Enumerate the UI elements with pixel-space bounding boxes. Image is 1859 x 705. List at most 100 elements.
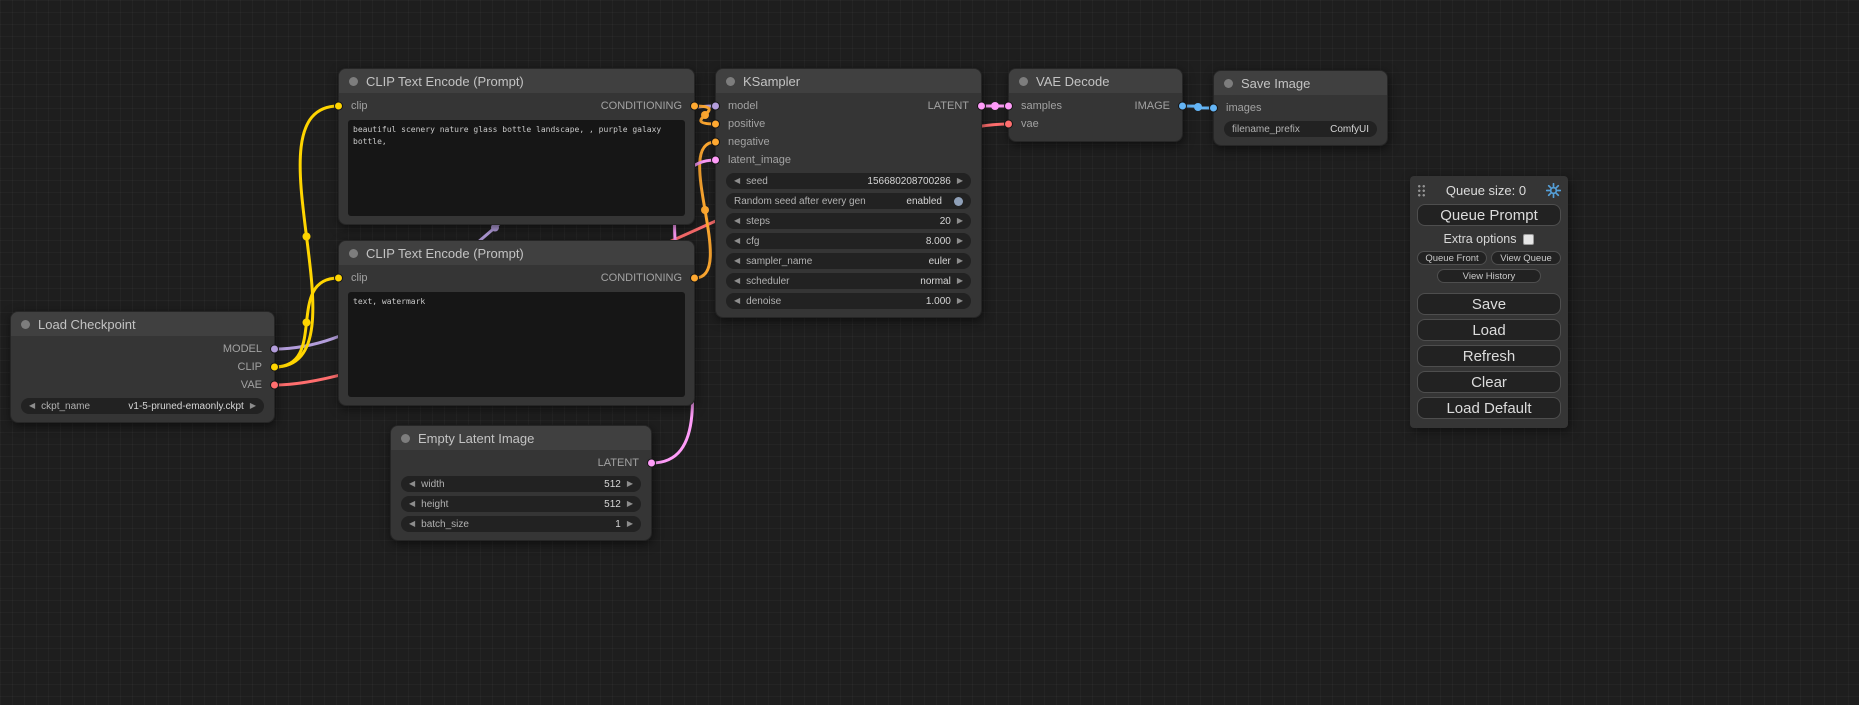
output-label: CONDITIONING bbox=[601, 272, 682, 284]
collapse-dot-icon[interactable] bbox=[21, 320, 30, 329]
queue-prompt-button[interactable]: Queue Prompt bbox=[1417, 204, 1561, 226]
prompt-textarea[interactable]: beautiful scenery nature glass bottle la… bbox=[348, 120, 685, 216]
node-empty-latent-image[interactable]: Empty Latent Image LATENT ◀ width 512 ▶ … bbox=[390, 425, 652, 541]
node-clip-text-encode-negative[interactable]: CLIP Text Encode (Prompt) clip CONDITION… bbox=[338, 240, 695, 406]
samples-input-port[interactable] bbox=[1004, 102, 1013, 111]
extra-options-checkbox[interactable] bbox=[1523, 234, 1534, 245]
clip-output-port[interactable] bbox=[270, 363, 279, 372]
decrement-arrow-icon[interactable]: ◀ bbox=[734, 217, 740, 225]
node-title-bar[interactable]: CLIP Text Encode (Prompt) bbox=[339, 69, 694, 93]
prompt-textarea[interactable]: text, watermark bbox=[348, 292, 685, 397]
node-clip-text-encode-positive[interactable]: CLIP Text Encode (Prompt) clip CONDITION… bbox=[338, 68, 695, 225]
widget-value: 156680208700286 bbox=[867, 176, 950, 187]
node-load-checkpoint[interactable]: Load Checkpoint MODEL CLIP VAE ◀ ckpt_na… bbox=[10, 311, 275, 423]
increment-arrow-icon[interactable]: ▶ bbox=[627, 480, 633, 488]
images-input-port[interactable] bbox=[1209, 104, 1218, 113]
increment-arrow-icon[interactable]: ▶ bbox=[957, 297, 963, 305]
latent-output-port[interactable] bbox=[977, 102, 986, 111]
collapse-dot-icon[interactable] bbox=[726, 77, 735, 86]
vae-input-port[interactable] bbox=[1004, 120, 1013, 129]
toggle-knob-icon[interactable] bbox=[954, 197, 963, 206]
node-vae-decode[interactable]: VAE Decode samples IMAGE vae bbox=[1008, 68, 1183, 142]
increment-arrow-icon[interactable]: ▶ bbox=[957, 217, 963, 225]
load-button[interactable]: Load bbox=[1417, 319, 1561, 341]
latent-image-input-port[interactable] bbox=[711, 156, 720, 165]
increment-arrow-icon[interactable]: ▶ bbox=[957, 237, 963, 245]
collapse-dot-icon[interactable] bbox=[349, 249, 358, 258]
increment-arrow-icon[interactable]: ▶ bbox=[627, 500, 633, 508]
widget-name: sampler_name bbox=[746, 256, 812, 267]
node-title-bar[interactable]: Save Image bbox=[1214, 71, 1387, 95]
model-input-port[interactable] bbox=[711, 102, 720, 111]
seed-widget[interactable]: ◀ seed 156680208700286 ▶ bbox=[726, 173, 971, 189]
collapse-dot-icon[interactable] bbox=[1224, 79, 1233, 88]
sampler-name-widget[interactable]: ◀ sampler_name euler ▶ bbox=[726, 253, 971, 269]
output-slot-clip: CLIP bbox=[11, 358, 274, 376]
ckpt-name-widget[interactable]: ◀ ckpt_name v1-5-pruned-emaonly.ckpt ▶ bbox=[21, 398, 264, 414]
collapse-dot-icon[interactable] bbox=[349, 77, 358, 86]
widget-name: cfg bbox=[746, 236, 759, 247]
widget-name: height bbox=[421, 499, 448, 510]
clear-button[interactable]: Clear bbox=[1417, 371, 1561, 393]
settings-gear-icon[interactable] bbox=[1546, 183, 1561, 198]
widget-name: width bbox=[421, 479, 444, 490]
load-default-button[interactable]: Load Default bbox=[1417, 397, 1561, 419]
decrement-arrow-icon[interactable]: ◀ bbox=[409, 500, 415, 508]
widget-value: 20 bbox=[940, 216, 951, 227]
positive-input-port[interactable] bbox=[711, 120, 720, 129]
image-output-port[interactable] bbox=[1178, 102, 1187, 111]
drag-handle-icon[interactable] bbox=[1417, 184, 1426, 197]
slot-row: positive bbox=[716, 115, 981, 133]
decrement-arrow-icon[interactable]: ◀ bbox=[734, 237, 740, 245]
decrement-arrow-icon[interactable]: ◀ bbox=[734, 257, 740, 265]
node-save-image[interactable]: Save Image images filename_prefix ComfyU… bbox=[1213, 70, 1388, 146]
batch-size-widget[interactable]: ◀ batch_size 1 ▶ bbox=[401, 516, 641, 532]
width-widget[interactable]: ◀ width 512 ▶ bbox=[401, 476, 641, 492]
conditioning-output-port[interactable] bbox=[690, 274, 699, 283]
decrement-arrow-icon[interactable]: ◀ bbox=[734, 297, 740, 305]
node-title-bar[interactable]: Empty Latent Image bbox=[391, 426, 651, 450]
steps-widget[interactable]: ◀ steps 20 ▶ bbox=[726, 213, 971, 229]
model-output-port[interactable] bbox=[270, 345, 279, 354]
increment-arrow-icon[interactable]: ▶ bbox=[627, 520, 633, 528]
clip-input-port[interactable] bbox=[334, 274, 343, 283]
refresh-button[interactable]: Refresh bbox=[1417, 345, 1561, 367]
view-history-button[interactable]: View History bbox=[1437, 269, 1541, 283]
vae-output-port[interactable] bbox=[270, 381, 279, 390]
increment-arrow-icon[interactable]: ▶ bbox=[957, 177, 963, 185]
conditioning-output-port[interactable] bbox=[690, 102, 699, 111]
height-widget[interactable]: ◀ height 512 ▶ bbox=[401, 496, 641, 512]
widget-value: ComfyUI bbox=[1330, 124, 1369, 135]
decrement-arrow-icon[interactable]: ◀ bbox=[409, 520, 415, 528]
increment-arrow-icon[interactable]: ▶ bbox=[957, 277, 963, 285]
scheduler-widget[interactable]: ◀ scheduler normal ▶ bbox=[726, 273, 971, 289]
node-title-bar[interactable]: Load Checkpoint bbox=[11, 312, 274, 336]
node-title-bar[interactable]: VAE Decode bbox=[1009, 69, 1182, 93]
cfg-widget[interactable]: ◀ cfg 8.000 ▶ bbox=[726, 233, 971, 249]
negative-input-port[interactable] bbox=[711, 138, 720, 147]
increment-arrow-icon[interactable]: ▶ bbox=[957, 257, 963, 265]
collapse-dot-icon[interactable] bbox=[401, 434, 410, 443]
clip-input-port[interactable] bbox=[334, 102, 343, 111]
node-title: VAE Decode bbox=[1036, 74, 1109, 89]
decrement-arrow-icon[interactable]: ◀ bbox=[734, 277, 740, 285]
latent-output-port[interactable] bbox=[647, 459, 656, 468]
node-title-bar[interactable]: KSampler bbox=[716, 69, 981, 93]
random-seed-toggle-widget[interactable]: Random seed after every gen enabled bbox=[726, 193, 971, 209]
decrement-arrow-icon[interactable]: ◀ bbox=[734, 177, 740, 185]
queue-size-label: Queue size: 0 bbox=[1446, 183, 1526, 198]
node-ksampler[interactable]: KSampler model LATENT positive negative … bbox=[715, 68, 982, 318]
increment-arrow-icon[interactable]: ▶ bbox=[250, 402, 256, 410]
input-label: samples bbox=[1021, 100, 1062, 112]
view-queue-button[interactable]: View Queue bbox=[1491, 251, 1561, 265]
collapse-dot-icon[interactable] bbox=[1019, 77, 1028, 86]
slot-row: negative bbox=[716, 133, 981, 151]
queue-front-button[interactable]: Queue Front bbox=[1417, 251, 1487, 265]
node-title-bar[interactable]: CLIP Text Encode (Prompt) bbox=[339, 241, 694, 265]
save-button[interactable]: Save bbox=[1417, 293, 1561, 315]
decrement-arrow-icon[interactable]: ◀ bbox=[29, 402, 35, 410]
filename-prefix-widget[interactable]: filename_prefix ComfyUI bbox=[1224, 121, 1377, 137]
node-graph-canvas[interactable]: Load Checkpoint MODEL CLIP VAE ◀ ckpt_na… bbox=[0, 0, 1859, 705]
decrement-arrow-icon[interactable]: ◀ bbox=[409, 480, 415, 488]
denoise-widget[interactable]: ◀ denoise 1.000 ▶ bbox=[726, 293, 971, 309]
